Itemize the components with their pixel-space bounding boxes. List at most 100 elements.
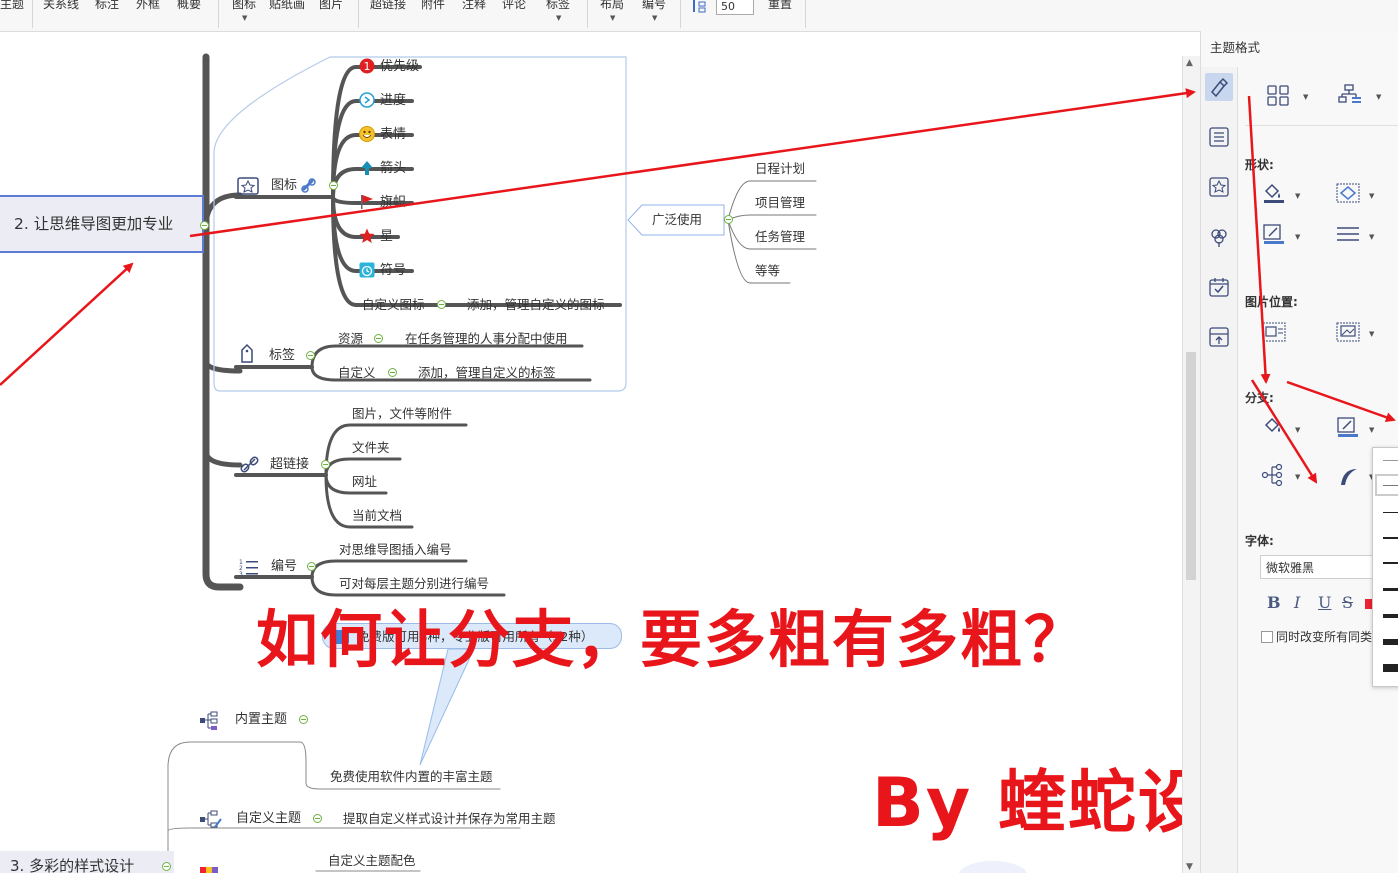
toolbar-boundary[interactable]: 外框	[136, 0, 160, 12]
branch-color-icon[interactable]	[1261, 415, 1287, 439]
italic-button[interactable]: I	[1294, 593, 1300, 612]
chevron-down-icon[interactable]: ▼	[1295, 426, 1300, 434]
toolbar-relation[interactable]: 关系线	[43, 0, 79, 12]
tag-custom-label[interactable]: 自定义	[338, 365, 376, 381]
icon-item-flag[interactable]: 旗帜	[380, 195, 406, 211]
group-hyperlink-label[interactable]: 超链接	[270, 457, 309, 473]
toolbar-callout[interactable]: 标注	[95, 0, 119, 12]
tab-icons[interactable]	[1205, 173, 1233, 201]
tab-clipart[interactable]	[1205, 223, 1233, 251]
toolbar-layout[interactable]: 布局	[600, 0, 624, 12]
scroll-thumb[interactable]	[1186, 352, 1196, 580]
chevron-down-icon[interactable]: ▼	[652, 14, 657, 22]
icon-item-emoji[interactable]: 表情	[380, 127, 406, 143]
collapse-toggle[interactable]	[313, 814, 322, 823]
icon-item-progress[interactable]: 进度	[380, 93, 406, 109]
toolbar-theme[interactable]: 主题	[0, 0, 24, 12]
line-width-option[interactable]	[1383, 485, 1398, 486]
vertical-scrollbar[interactable]: ▲ ▼	[1182, 56, 1200, 873]
branch-curve-icon[interactable]	[1335, 463, 1361, 487]
toolbar-numbering[interactable]: 编号	[642, 0, 666, 12]
line-width-option[interactable]	[1383, 562, 1398, 564]
icon-item-priority[interactable]: 优先级	[380, 59, 419, 75]
line-width-option[interactable]	[1383, 537, 1398, 539]
collapse-toggle[interactable]	[724, 215, 733, 224]
chevron-down-icon[interactable]: ▼	[1295, 233, 1300, 241]
builtin-theme-label[interactable]: 内置主题	[235, 712, 287, 728]
chevron-down-icon[interactable]: ▼	[1369, 233, 1374, 241]
chevron-down-icon[interactable]: ▼	[1376, 93, 1381, 101]
fill-color-icon[interactable]	[1261, 181, 1287, 205]
collapse-toggle[interactable]	[437, 300, 446, 309]
icon-item-arrow[interactable]: 箭头	[380, 161, 406, 177]
custom-color-label[interactable]: 自定义主题配色	[328, 853, 416, 869]
collapse-toggle[interactable]	[374, 334, 383, 343]
line-width-option[interactable]	[1383, 460, 1398, 461]
sync-all-checkbox[interactable]	[1261, 631, 1273, 643]
strikethrough-button[interactable]: S	[1342, 593, 1353, 612]
numbering-item[interactable]: 对思维导图插入编号	[339, 542, 452, 558]
wide-use-item[interactable]: 项目管理	[755, 195, 805, 211]
icon-item-symbol[interactable]: 符号	[380, 263, 406, 279]
bold-button[interactable]: B	[1267, 593, 1281, 612]
hyperlink-item[interactable]: 网址	[352, 474, 377, 490]
custom-icon-label[interactable]: 自定义图标	[362, 297, 425, 313]
collapse-toggle[interactable]	[200, 221, 209, 230]
builtin-theme-desc[interactable]: 免费使用软件内置的丰富主题	[330, 769, 493, 785]
shape-diamond-icon[interactable]	[1335, 181, 1361, 205]
collapse-toggle[interactable]	[162, 862, 171, 871]
tab-style[interactable]	[1205, 73, 1233, 101]
group-tags-label[interactable]: 标签	[269, 348, 295, 364]
toolbar-image[interactable]: 图片	[319, 0, 343, 12]
toolbar-hyperlink[interactable]: 超链接	[370, 0, 406, 12]
line-width-option[interactable]	[1383, 588, 1398, 591]
toolbar-icon[interactable]: 图标	[232, 0, 256, 12]
custom-theme-desc[interactable]: 提取自定义样式设计并保存为常用主题	[343, 811, 556, 827]
image-top-icon[interactable]	[1335, 320, 1361, 344]
toolbar-attachment[interactable]: 附件	[421, 0, 445, 12]
tab-outline[interactable]	[1205, 123, 1233, 151]
font-family-select[interactable]: 微软雅黑	[1260, 555, 1378, 579]
chevron-down-icon[interactable]: ▼	[556, 14, 561, 22]
branch-line-color-icon[interactable]	[1335, 415, 1361, 439]
chevron-down-icon[interactable]: ▼	[1295, 473, 1300, 481]
link-icon[interactable]	[300, 177, 318, 195]
chevron-down-icon[interactable]: ▼	[1303, 93, 1308, 101]
topic-3[interactable]: 3. 多彩的样式设计	[0, 851, 174, 873]
custom-icon-desc[interactable]: 添加，管理自定义的图标	[467, 297, 605, 313]
collapse-toggle[interactable]	[299, 715, 308, 724]
toolbar-summary[interactable]: 概要	[177, 0, 201, 12]
group-numbering-label[interactable]: 编号	[271, 559, 297, 575]
tag-resource-desc[interactable]: 在任务管理的人事分配中使用	[405, 331, 568, 347]
chevron-down-icon[interactable]: ▼	[242, 14, 247, 22]
collapse-toggle[interactable]	[306, 351, 315, 360]
line-width-option[interactable]	[1383, 512, 1398, 513]
collapse-toggle[interactable]	[307, 562, 316, 571]
toolbar-reset[interactable]: 重置	[768, 0, 792, 12]
underline-button[interactable]: U	[1318, 593, 1331, 612]
topic-2[interactable]: 2. 让思维导图更加专业	[0, 195, 204, 253]
hyperlink-item[interactable]: 图片，文件等附件	[352, 406, 452, 422]
hyperlink-item[interactable]: 当前文档	[352, 508, 402, 524]
wide-use-item[interactable]: 任务管理	[755, 229, 805, 245]
toolbar-comment[interactable]: 评论	[502, 0, 526, 12]
line-width-option[interactable]	[1383, 639, 1398, 645]
numbering-item[interactable]: 可对每层主题分别进行编号	[339, 576, 489, 592]
branch-structure-icon[interactable]	[1261, 463, 1287, 487]
toolbar-sticker[interactable]: 贴纸画	[269, 0, 305, 12]
tag-resource-label[interactable]: 资源	[338, 331, 363, 347]
image-left-icon[interactable]	[1261, 320, 1287, 344]
collapse-toggle[interactable]	[388, 368, 397, 377]
zoom-input[interactable]: 50	[716, 0, 754, 15]
chevron-down-icon[interactable]: ▼	[1369, 330, 1374, 338]
custom-theme-label[interactable]: 自定义主题	[236, 811, 301, 827]
wide-use-item[interactable]: 日程计划	[755, 161, 805, 177]
chevron-down-icon[interactable]: ▼	[1369, 192, 1374, 200]
group-icons-label[interactable]: 图标	[271, 178, 297, 194]
scroll-up-icon[interactable]: ▲	[1186, 58, 1193, 68]
hyperlink-item[interactable]: 文件夹	[352, 440, 390, 456]
tab-export[interactable]	[1205, 323, 1233, 351]
collapse-toggle[interactable]	[321, 460, 330, 469]
collapse-toggle[interactable]	[329, 181, 338, 190]
line-width-option[interactable]	[1383, 664, 1398, 672]
